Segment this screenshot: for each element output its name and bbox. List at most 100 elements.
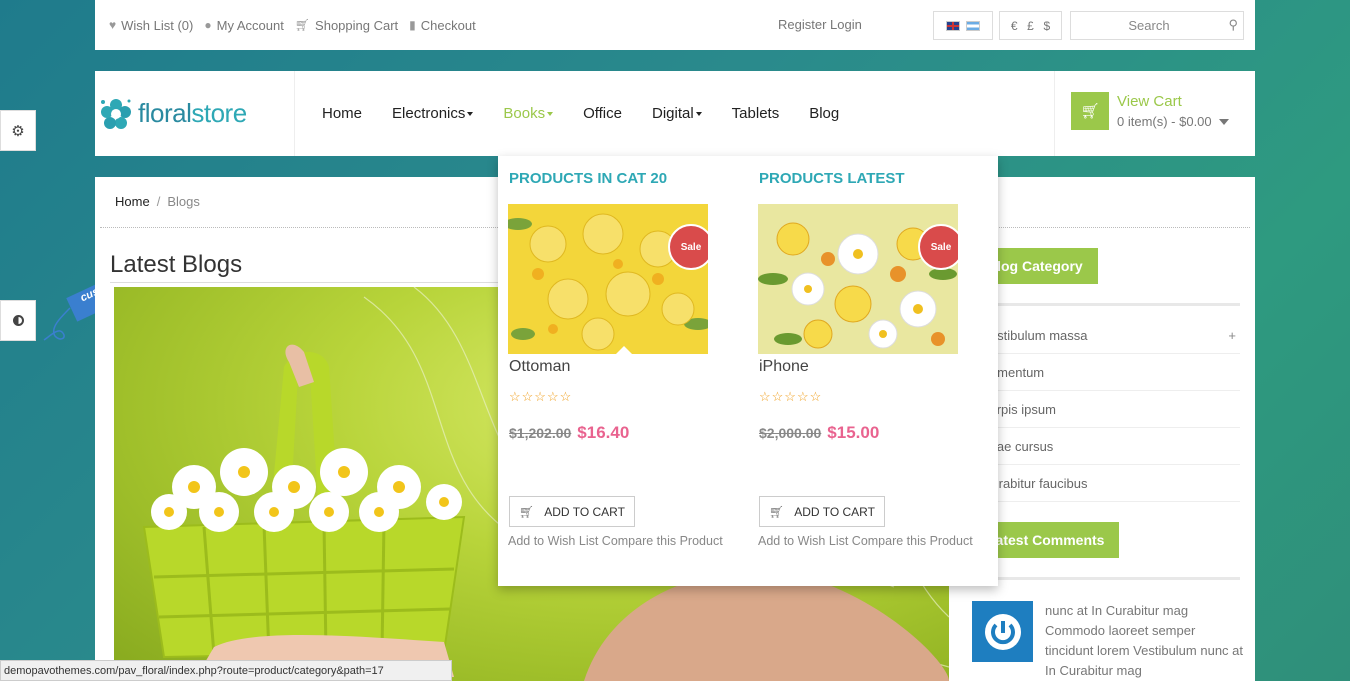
nav-electronics-label: Electronics bbox=[392, 105, 466, 122]
breadcrumb-home[interactable]: Home bbox=[115, 194, 150, 209]
nav-digital-label: Digital bbox=[651, 105, 694, 122]
nav-office[interactable]: Office bbox=[583, 105, 622, 122]
checkout-label: Checkout bbox=[420, 17, 476, 33]
nav-books-label: Books bbox=[503, 105, 546, 122]
currency-dollar[interactable]: $ bbox=[1043, 19, 1050, 33]
list-item[interactable]: fermentum bbox=[972, 354, 1240, 391]
main-nav: Home Electronics Books Office Digital Ta… bbox=[322, 71, 869, 156]
nav-tablets[interactable]: Tablets bbox=[732, 105, 780, 122]
settings-tab[interactable]: ⚙ bbox=[0, 110, 36, 151]
list-item[interactable]: Vestibulum massa + bbox=[972, 317, 1240, 354]
power-icon bbox=[984, 613, 1021, 650]
file-icon: ▮ bbox=[409, 18, 416, 32]
search-box: ⚲ bbox=[1070, 11, 1244, 40]
argentina-flag-icon[interactable] bbox=[966, 20, 980, 31]
browser-status-bar: demopavothemes.com/pav_floral/index.php?… bbox=[0, 660, 452, 681]
header: floralstore Home Electronics Books Offic… bbox=[95, 71, 1255, 156]
top-bar: ♥ Wish List (0) ● My Account 🛒︎ Shopping Ca… bbox=[95, 0, 1255, 50]
cart-icon: 🛒︎ bbox=[519, 504, 535, 519]
rating-stars: ☆☆☆☆☆ bbox=[759, 389, 823, 404]
currency-selector: € £ $ bbox=[999, 11, 1062, 40]
product-name[interactable]: Ottoman bbox=[509, 358, 570, 376]
divider bbox=[972, 577, 1240, 580]
avatar[interactable] bbox=[972, 601, 1033, 662]
cart-icon[interactable]: 🛒︎ bbox=[1071, 92, 1109, 130]
logo-text-store: store bbox=[191, 98, 247, 128]
product-column: PRODUCTS IN CAT 20 Sale Ottoman ☆☆☆☆☆ $1… bbox=[498, 156, 738, 586]
login-link[interactable]: Login bbox=[830, 17, 862, 32]
caret-down-icon bbox=[695, 111, 702, 116]
breadcrumb-current[interactable]: Blogs bbox=[167, 194, 200, 209]
nav-tablets-label: Tablets bbox=[731, 105, 780, 122]
plus-icon[interactable]: + bbox=[1228, 328, 1236, 343]
column-heading: PRODUCTS IN CAT 20 bbox=[509, 170, 668, 187]
old-price: $2,000.00 bbox=[759, 425, 822, 441]
register-login: Register Login bbox=[778, 17, 862, 32]
caret-down-icon bbox=[547, 111, 554, 116]
wishlist-compare-links[interactable]: Add to Wish List Compare this Product bbox=[758, 534, 973, 548]
search-input[interactable] bbox=[1071, 12, 1217, 39]
rating-stars: ☆☆☆☆☆ bbox=[509, 389, 573, 404]
heart-icon: ♥ bbox=[109, 18, 117, 32]
account-link[interactable]: ● My Account bbox=[204, 18, 283, 33]
product-image[interactable]: Sale bbox=[758, 204, 958, 354]
cart-icon: 🛒︎ bbox=[769, 504, 785, 519]
list-item[interactable]: Vitae cursus bbox=[972, 428, 1240, 465]
product-column: PRODUCTS LATEST Sale iPhone ☆☆☆☆☆ $2,000… bbox=[748, 156, 988, 586]
product-image[interactable]: Sale bbox=[508, 204, 708, 354]
currency-pound[interactable]: £ bbox=[1027, 19, 1034, 33]
shopping-cart-label: Shopping Cart bbox=[315, 17, 399, 33]
price: $1,202.00 $16.40 bbox=[509, 423, 629, 443]
sale-badge: Sale bbox=[668, 224, 708, 270]
cart-summary[interactable]: 0 item(s) - $0.00 bbox=[1117, 114, 1229, 129]
books-mega-menu: PRODUCTS IN CAT 20 Sale Ottoman ☆☆☆☆☆ $1… bbox=[498, 156, 998, 586]
list-item[interactable]: Curabitur faucibus bbox=[972, 465, 1240, 502]
wishlist-compare-links[interactable]: Add to Wish List Compare this Product bbox=[508, 534, 723, 548]
search-icon[interactable]: ⚲ bbox=[1228, 17, 1238, 33]
uk-flag-icon[interactable] bbox=[946, 20, 960, 31]
currency-euro[interactable]: € bbox=[1011, 19, 1018, 33]
cart-icon: 🛒︎ bbox=[294, 18, 311, 32]
add-to-cart-button[interactable]: 🛒︎ ADD TO CART bbox=[759, 496, 885, 527]
checkout-link[interactable]: ▮ Checkout bbox=[409, 18, 476, 33]
nav-home[interactable]: Home bbox=[322, 105, 362, 122]
sale-badge: Sale bbox=[918, 224, 958, 270]
column-heading: PRODUCTS LATEST bbox=[759, 170, 905, 187]
divider bbox=[972, 303, 1240, 306]
register-link[interactable]: Register bbox=[778, 17, 826, 32]
add-to-cart-label: ADD TO CART bbox=[794, 504, 875, 519]
breadcrumb-separator: / bbox=[156, 194, 161, 209]
logo-text-floral: floral bbox=[138, 98, 192, 128]
wishlist-link[interactable]: ♥ Wish List (0) bbox=[109, 18, 193, 33]
view-cart-link[interactable]: View Cart bbox=[1117, 93, 1182, 110]
logo[interactable]: floralstore bbox=[95, 71, 295, 156]
nav-electronics[interactable]: Electronics bbox=[392, 105, 474, 122]
old-price: $1,202.00 bbox=[509, 425, 572, 441]
flower-logo-icon bbox=[101, 98, 131, 129]
cart-widget[interactable]: 🛒︎ View Cart 0 item(s) - $0.00 bbox=[1054, 71, 1255, 156]
sale-price: $15.00 bbox=[827, 423, 880, 442]
contrast-icon bbox=[12, 315, 24, 326]
comment-text[interactable]: nunc at In Curabitur mag Commodo laoreet… bbox=[1045, 601, 1245, 681]
page-title: Latest Blogs bbox=[110, 251, 243, 278]
add-to-cart-label: ADD TO CART bbox=[544, 504, 625, 519]
list-item[interactable]: Turpis ipsum bbox=[972, 391, 1240, 428]
breadcrumb: Home / Blogs bbox=[115, 194, 200, 209]
nav-office-label: Office bbox=[583, 105, 622, 122]
language-selector[interactable] bbox=[933, 11, 993, 40]
wishlist-label: Wish List (0) bbox=[121, 17, 194, 33]
contrast-tab[interactable] bbox=[0, 300, 36, 341]
nav-home-label: Home bbox=[322, 105, 363, 122]
gear-icon: ⚙ bbox=[11, 122, 25, 140]
logo-text: floralstore bbox=[138, 98, 247, 129]
nav-digital[interactable]: Digital bbox=[652, 105, 702, 122]
caret-down-icon bbox=[1218, 118, 1229, 125]
product-name[interactable]: iPhone bbox=[759, 358, 809, 376]
nav-books[interactable]: Books bbox=[503, 105, 554, 122]
price: $2,000.00 $15.00 bbox=[759, 423, 879, 443]
nav-blog[interactable]: Blog bbox=[809, 105, 839, 122]
shopping-cart-link[interactable]: 🛒︎ Shopping Cart bbox=[295, 18, 398, 33]
cart-summary-text: 0 item(s) - $0.00 bbox=[1117, 114, 1212, 129]
sale-price: $16.40 bbox=[577, 423, 630, 442]
add-to-cart-button[interactable]: 🛒︎ ADD TO CART bbox=[509, 496, 635, 527]
